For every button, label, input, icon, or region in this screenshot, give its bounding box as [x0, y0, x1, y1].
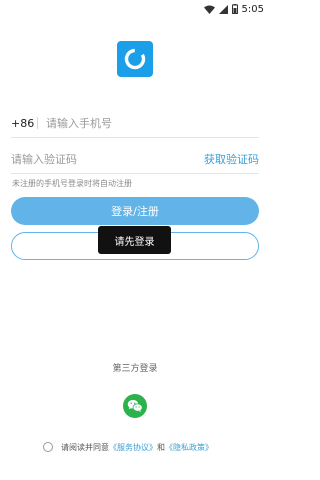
agreement-prefix: 请阅读并同意 [61, 442, 109, 452]
wifi-icon [203, 5, 215, 14]
login-register-button[interactable]: 登录/注册 [11, 197, 259, 225]
phone-row[interactable]: +86 请输入手机号 [11, 109, 259, 138]
agreement-and: 和 [157, 442, 165, 452]
battery-icon [231, 4, 238, 14]
app-logo [117, 41, 153, 77]
status-time: 5:05 [241, 3, 264, 15]
code-row[interactable]: 请输入验证码 获取验证码 [11, 145, 259, 174]
app-logo-ring-icon [124, 48, 146, 70]
signal-icon [218, 4, 228, 14]
divider [37, 117, 38, 129]
agreement-row: 请阅读并同意 《服务协议》 和 《隐私政策》 [43, 440, 213, 454]
third-party-login-title: 第三方登录 [112, 364, 158, 374]
verification-code-input[interactable]: 请输入验证码 [11, 151, 77, 167]
agreement-checkbox[interactable] [43, 442, 53, 452]
status-bar: 5:05 [0, 0, 270, 18]
phone-input[interactable]: 请输入手机号 [46, 115, 112, 131]
register-hint: 未注册的手机号登录时将自动注册 [12, 179, 132, 188]
toast-message: 请先登录 [98, 226, 171, 254]
wechat-icon [127, 399, 143, 412]
privacy-policy-link[interactable]: 《隐私政策》 [165, 442, 213, 453]
get-code-button[interactable]: 获取验证码 [204, 151, 259, 167]
service-agreement-link[interactable]: 《服务协议》 [109, 442, 157, 453]
country-code[interactable]: +86 [11, 117, 35, 130]
wechat-login-button[interactable] [123, 394, 147, 418]
